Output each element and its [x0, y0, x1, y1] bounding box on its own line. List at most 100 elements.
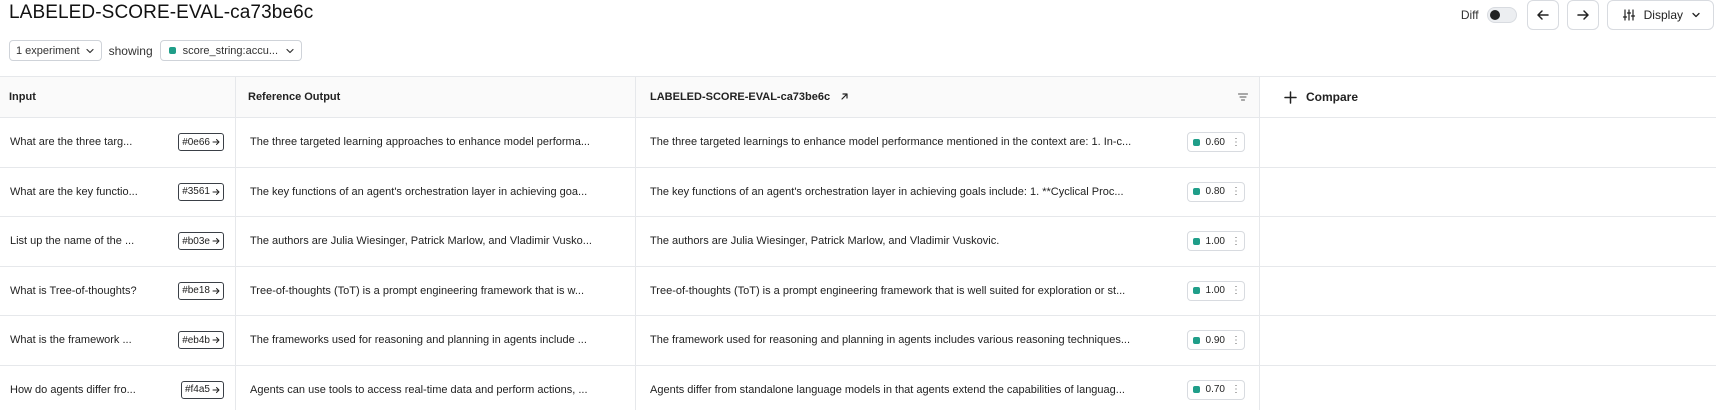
input-cell[interactable]: How do agents differ fro... #f4a5	[0, 365, 236, 410]
output-cell[interactable]: The three targeted learnings to enhance …	[636, 118, 1260, 167]
score-badge[interactable]: 1.00 ⋮	[1186, 280, 1245, 301]
output-text: The three targeted learnings to enhance …	[650, 136, 1132, 149]
external-link-icon[interactable]	[839, 92, 849, 102]
table-row[interactable]: What are the key functio... #3561 The ke…	[0, 167, 1716, 217]
table-row[interactable]: What are the three targ... #0e66 The thr…	[0, 118, 1716, 168]
column-header-reference[interactable]: Reference Output	[236, 77, 636, 117]
more-options-icon[interactable]: ⋮	[1231, 285, 1241, 296]
more-options-icon[interactable]: ⋮	[1231, 335, 1241, 346]
example-id-link[interactable]: #b03e	[178, 232, 224, 251]
score-color-dot	[1192, 386, 1200, 394]
column-header-input[interactable]: Input	[0, 77, 236, 117]
more-options-icon[interactable]: ⋮	[1231, 186, 1241, 197]
arrow-right-icon	[212, 287, 220, 294]
output-text: The framework used for reasoning and pla…	[650, 334, 1131, 347]
example-id: #eb4b	[182, 334, 210, 346]
reference-cell[interactable]: The frameworks used for reasoning and pl…	[236, 316, 636, 365]
score-value: 0.60	[1205, 136, 1225, 148]
example-id-link[interactable]: #eb4b	[178, 331, 224, 350]
reference-text: The frameworks used for reasoning and pl…	[250, 334, 587, 347]
table-row[interactable]: What is Tree-of-thoughts? #be18 Tree-of-…	[0, 266, 1716, 316]
filter-lines-icon[interactable]	[1237, 92, 1249, 102]
arrow-right-icon	[212, 238, 220, 245]
output-cell[interactable]: Tree-of-thoughts (ToT) is a prompt engin…	[636, 266, 1260, 315]
display-button[interactable]: Display	[1606, 0, 1714, 30]
reference-cell[interactable]: The three targeted learning approaches t…	[236, 118, 636, 167]
example-id-link[interactable]: #be18	[178, 281, 224, 300]
score-badge[interactable]: 0.90 ⋮	[1186, 330, 1245, 351]
input-cell[interactable]: What is Tree-of-thoughts? #be18	[0, 266, 236, 315]
output-text: The key functions of an agent's orchestr…	[650, 185, 1124, 198]
example-id: #0e66	[182, 136, 210, 148]
metric-color-dot	[168, 47, 176, 54]
example-id-link[interactable]: #f4a5	[180, 380, 224, 399]
score-value: 0.80	[1205, 186, 1225, 198]
run-name[interactable]: LABELED-SCORE-EVAL-ca73be6c	[650, 91, 830, 103]
experiment-select-value: 1 experiment	[16, 44, 80, 57]
reference-cell[interactable]: Agents can use tools to access real-time…	[236, 365, 636, 410]
more-options-icon[interactable]: ⋮	[1231, 137, 1241, 148]
more-options-icon[interactable]: ⋮	[1231, 384, 1241, 395]
table-row[interactable]: What is the framework ... #eb4b The fram…	[0, 316, 1716, 366]
output-cell[interactable]: The framework used for reasoning and pla…	[636, 316, 1260, 365]
input-text: List up the name of the ...	[10, 235, 135, 248]
experiment-select[interactable]: 1 experiment	[9, 40, 102, 61]
previous-button[interactable]	[1526, 0, 1559, 30]
score-badge[interactable]: 0.80 ⋮	[1186, 181, 1245, 202]
input-text: What are the key functio...	[10, 185, 138, 198]
arrow-right-icon	[212, 337, 220, 344]
metric-select-value: score_string:accu...	[182, 44, 278, 57]
column-header-run[interactable]: LABELED-SCORE-EVAL-ca73be6c	[636, 77, 1260, 117]
score-value: 1.00	[1205, 285, 1225, 297]
output-cell[interactable]: The authors are Julia Wiesinger, Patrick…	[636, 217, 1260, 266]
output-cell[interactable]: Agents differ from standalone language m…	[636, 365, 1260, 410]
arrow-left-icon	[1536, 10, 1549, 20]
metric-select[interactable]: score_string:accu...	[159, 40, 302, 61]
compare-cell	[1260, 167, 1716, 216]
diff-toggle[interactable]	[1486, 7, 1517, 23]
compare-cell	[1260, 266, 1716, 315]
chevron-down-icon	[1692, 12, 1700, 18]
input-cell[interactable]: What is the framework ... #eb4b	[0, 316, 236, 365]
reference-cell[interactable]: The authors are Julia Wiesinger, Patrick…	[236, 217, 636, 266]
reference-cell[interactable]: Tree-of-thoughts (ToT) is a prompt engin…	[236, 266, 636, 315]
example-id-link[interactable]: #0e66	[178, 133, 224, 152]
table-row[interactable]: How do agents differ fro... #f4a5 Agents…	[0, 365, 1716, 410]
example-id: #f4a5	[184, 384, 210, 396]
input-text: How do agents differ fro...	[10, 383, 136, 396]
output-text: The authors are Julia Wiesinger, Patrick…	[650, 235, 1000, 248]
compare-label: Compare	[1306, 90, 1359, 104]
page-title: LABELED-SCORE-EVAL-ca73be6c	[9, 2, 314, 23]
toggle-knob	[1489, 10, 1500, 20]
input-cell[interactable]: What are the key functio... #3561	[0, 167, 236, 216]
arrow-right-icon	[1576, 10, 1589, 20]
score-badge[interactable]: 1.00 ⋮	[1186, 231, 1245, 252]
score-value: 0.70	[1205, 384, 1225, 396]
input-text: What is Tree-of-thoughts?	[10, 284, 137, 297]
compare-button[interactable]: Compare	[1260, 77, 1716, 117]
score-badge[interactable]: 0.60 ⋮	[1186, 132, 1245, 153]
table-header: Input Reference Output LABELED-SCORE-EVA…	[0, 76, 1716, 118]
table-row[interactable]: List up the name of the ... #b03e The au…	[0, 217, 1716, 267]
top-toolbar: Diff Display	[1461, 0, 1716, 30]
output-cell[interactable]: The key functions of an agent's orchestr…	[636, 167, 1260, 216]
input-cell[interactable]: What are the three targ... #0e66	[0, 118, 236, 167]
more-options-icon[interactable]: ⋮	[1231, 236, 1241, 247]
input-text: What are the three targ...	[10, 136, 133, 149]
arrow-right-icon	[212, 386, 220, 393]
score-badge[interactable]: 0.70 ⋮	[1186, 379, 1245, 400]
plus-icon	[1284, 90, 1297, 104]
reference-cell[interactable]: The key functions of an agent's orchestr…	[236, 167, 636, 216]
example-id-link[interactable]: #3561	[178, 182, 224, 201]
compare-cell	[1260, 365, 1716, 410]
results-table: Input Reference Output LABELED-SCORE-EVA…	[0, 76, 1716, 410]
chevron-down-icon	[286, 48, 294, 53]
arrow-right-icon	[212, 139, 220, 146]
compare-cell	[1260, 316, 1716, 365]
score-color-dot	[1192, 138, 1200, 146]
input-cell[interactable]: List up the name of the ... #b03e	[0, 217, 236, 266]
output-text: Agents differ from standalone language m…	[650, 383, 1125, 396]
score-value: 0.90	[1205, 334, 1225, 346]
next-button[interactable]	[1566, 0, 1599, 30]
display-label: Display	[1643, 8, 1683, 22]
